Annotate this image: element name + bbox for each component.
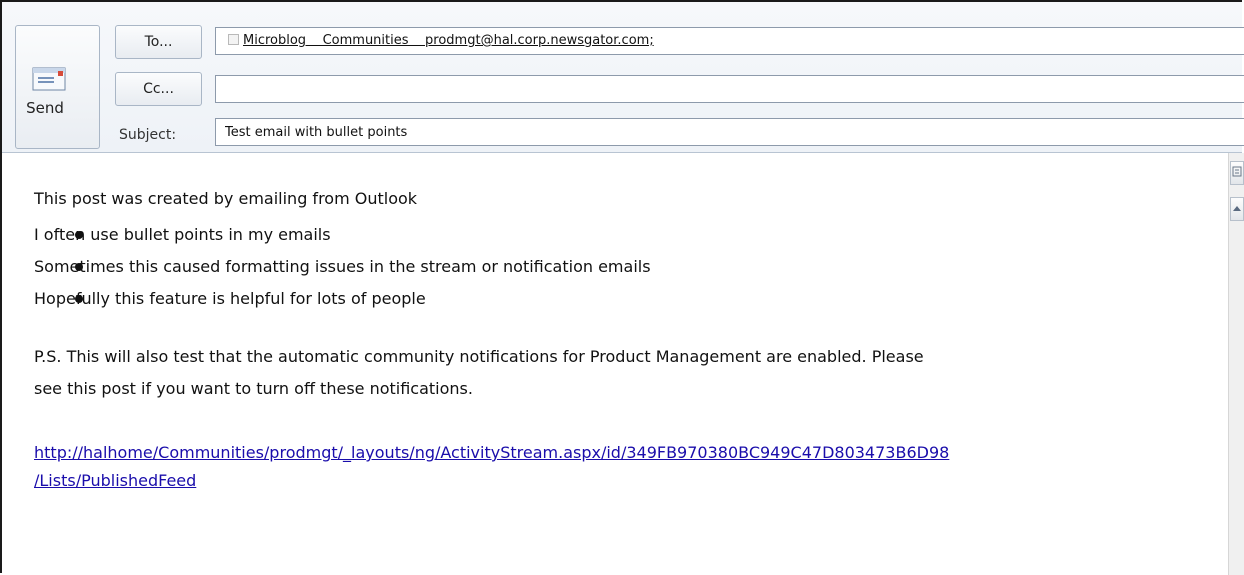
subject-label: Subject:	[119, 127, 177, 143]
ruler-toggle-icon[interactable]	[1230, 161, 1244, 185]
send-envelope-icon	[32, 67, 66, 91]
subject-input[interactable]	[216, 119, 1244, 145]
activity-stream-link[interactable]: http://halhome/Communities/prodmgt/_layo…	[34, 440, 949, 466]
to-button[interactable]: To...	[115, 25, 202, 59]
cc-button[interactable]: Cc...	[115, 72, 202, 106]
bullet-item: Sometimes this caused formatting issues …	[34, 257, 651, 276]
subject-field[interactable]	[215, 118, 1244, 146]
to-field[interactable]: Microblog Communities prodmgt@hal.corp.n…	[215, 27, 1244, 55]
vertical-scrollbar[interactable]	[1228, 153, 1244, 575]
ps-line-2: see this post if you want to turn off th…	[34, 379, 473, 398]
recipient-link[interactable]: Microblog Communities prodmgt@hal.corp.n…	[243, 33, 654, 48]
compose-header: Send To... Cc... Subject: Microblog Comm…	[2, 2, 1244, 153]
scroll-up-arrow-icon[interactable]	[1230, 197, 1244, 221]
send-button[interactable]: Send	[15, 25, 100, 149]
bullet-item: Hopefully this feature is helpful for lo…	[34, 289, 426, 308]
ps-line-1: P.S. This will also test that the automa…	[34, 347, 924, 366]
bullet-item: I often use bullet points in my emails	[34, 225, 331, 244]
send-label: Send	[26, 99, 64, 117]
recipient-checkbox[interactable]	[228, 34, 239, 45]
activity-stream-link-continued[interactable]: /Lists/PublishedFeed	[34, 468, 196, 494]
message-body[interactable]: This post was created by emailing from O…	[2, 153, 1228, 575]
cc-field[interactable]	[215, 75, 1244, 103]
body-intro: This post was created by emailing from O…	[34, 189, 418, 208]
